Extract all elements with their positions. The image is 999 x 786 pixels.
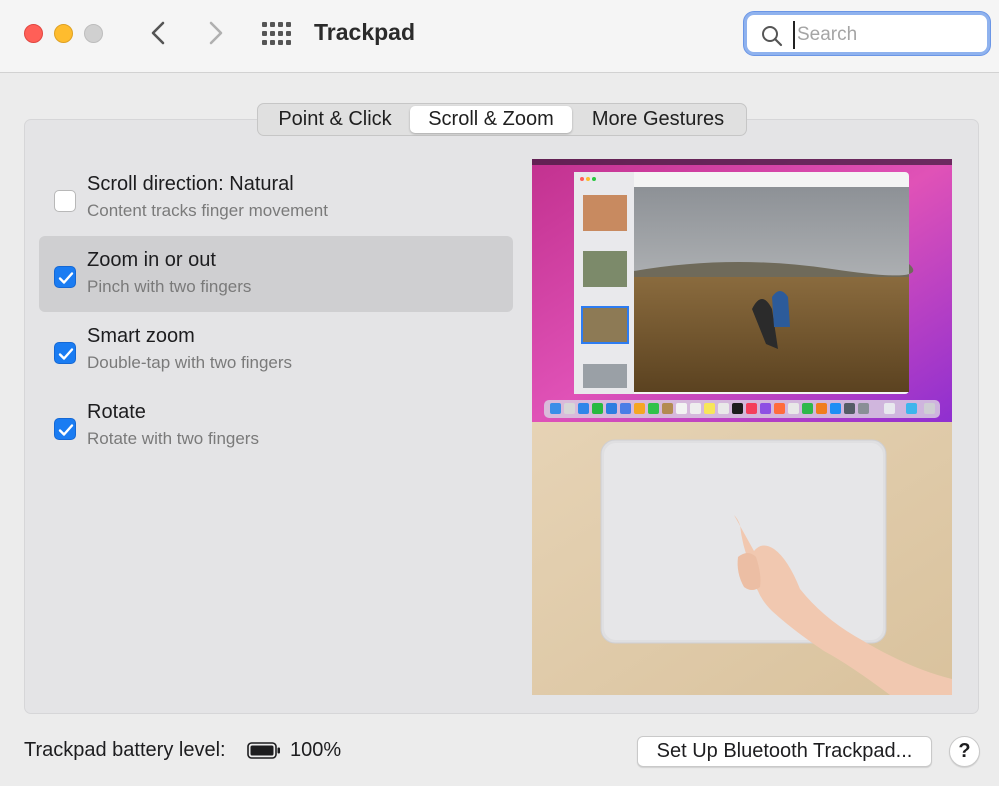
smart-zoom-checkbox[interactable] — [54, 342, 76, 364]
grid-icon — [262, 22, 291, 45]
tab-more-gestures[interactable]: More Gestures — [572, 106, 744, 133]
help-button[interactable]: ? — [949, 736, 980, 767]
zoom-window-button — [84, 24, 103, 43]
option-title: Scroll direction: Natural — [87, 173, 294, 195]
rotate-checkbox[interactable] — [54, 418, 76, 440]
show-all-button[interactable] — [260, 20, 292, 48]
option-title: Smart zoom — [87, 325, 195, 347]
tab-point-and-click[interactable]: Point & Click — [260, 106, 410, 133]
zoom-checkbox[interactable] — [54, 266, 76, 288]
minimize-window-button[interactable] — [54, 24, 73, 43]
scroll-direction-checkbox[interactable] — [54, 190, 76, 212]
search-input[interactable] — [793, 21, 984, 49]
gesture-preview-image — [532, 159, 952, 695]
back-button[interactable] — [144, 18, 174, 48]
checkmark-icon — [58, 272, 74, 284]
option-subtitle: Double-tap with two fingers — [87, 353, 293, 372]
setup-bluetooth-trackpad-button[interactable]: Set Up Bluetooth Trackpad... — [637, 736, 932, 767]
option-scroll-direction[interactable]: Scroll direction: Natural Content tracks… — [39, 160, 513, 236]
battery-level-value: 100% — [290, 739, 342, 761]
options-list: Scroll direction: Natural Content tracks… — [39, 160, 513, 464]
option-subtitle: Pinch with two fingers — [87, 277, 252, 296]
close-window-button[interactable] — [24, 24, 43, 43]
chevron-left-icon — [151, 21, 165, 45]
window-toolbar: Trackpad — [0, 0, 999, 73]
tab-bar: Point & Click Scroll & Zoom More Gesture… — [257, 103, 747, 136]
checkmark-icon — [58, 348, 74, 360]
option-title: Rotate — [87, 401, 146, 423]
option-subtitle: Content tracks finger movement — [87, 201, 328, 220]
option-subtitle: Rotate with two fingers — [87, 429, 259, 448]
option-smart-zoom[interactable]: Smart zoom Double-tap with two fingers — [39, 312, 513, 388]
option-title: Zoom in or out — [87, 249, 216, 271]
forward-button[interactable] — [200, 18, 230, 48]
search-field[interactable] — [744, 12, 990, 55]
search-icon — [762, 26, 783, 47]
option-rotate[interactable]: Rotate Rotate with two fingers — [39, 388, 513, 464]
chevron-right-icon — [209, 21, 223, 45]
window-title: Trackpad — [314, 19, 415, 45]
checkmark-icon — [58, 424, 74, 436]
battery-level-label: Trackpad battery level: — [24, 739, 226, 761]
option-zoom[interactable]: Zoom in or out Pinch with two fingers — [39, 236, 513, 312]
tab-scroll-and-zoom[interactable]: Scroll & Zoom — [410, 106, 572, 133]
battery-icon — [247, 742, 280, 759]
